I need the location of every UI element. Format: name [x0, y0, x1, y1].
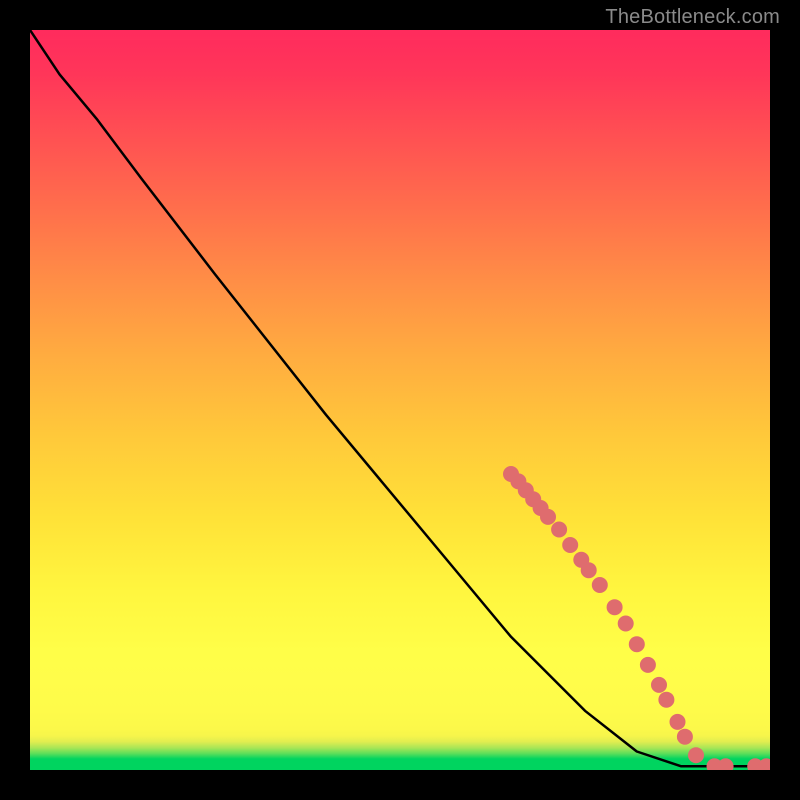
data-marker	[581, 562, 597, 578]
data-marker	[607, 599, 623, 615]
attribution-text: TheBottleneck.com	[605, 6, 780, 29]
plot-area	[30, 30, 770, 770]
data-marker	[658, 692, 674, 708]
data-marker	[640, 657, 656, 673]
data-marker	[551, 522, 567, 538]
data-marker	[670, 714, 686, 730]
data-marker	[718, 758, 734, 770]
marker-group	[503, 466, 770, 770]
data-marker	[562, 537, 578, 553]
series-curve	[30, 30, 770, 766]
data-marker	[540, 509, 556, 525]
data-marker	[688, 747, 704, 763]
data-marker	[651, 677, 667, 693]
chart-frame: TheBottleneck.com	[0, 0, 800, 800]
data-marker	[618, 616, 634, 632]
data-marker	[677, 729, 693, 745]
chart-svg	[30, 30, 770, 770]
data-marker	[629, 636, 645, 652]
data-marker	[592, 577, 608, 593]
